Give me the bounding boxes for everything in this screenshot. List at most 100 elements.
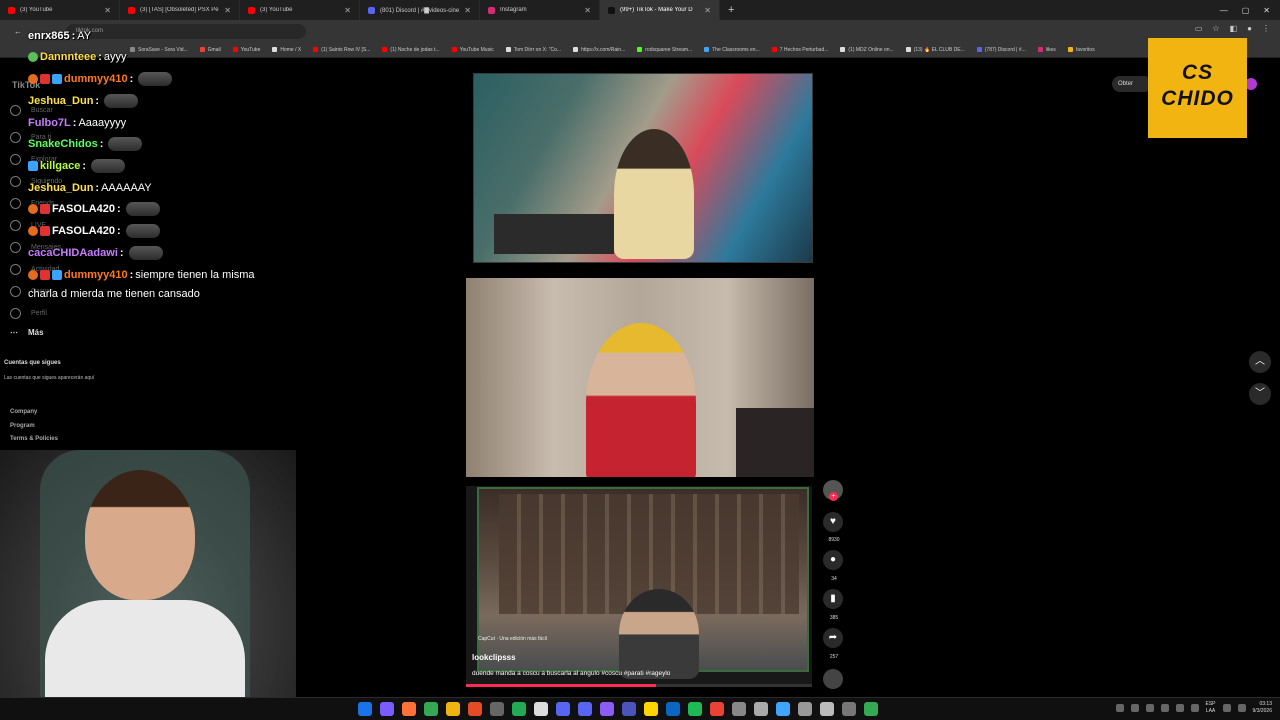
taskbar-app-icon[interactable] <box>666 702 680 716</box>
save-button[interactable]: ▮ <box>823 589 843 609</box>
tray-icon[interactable] <box>1160 704 1169 712</box>
footer-link-terms[interactable]: Terms & Policies <box>10 433 58 447</box>
tray-icon[interactable] <box>1190 704 1199 712</box>
volume-icon[interactable] <box>1237 704 1246 712</box>
sidebar-item[interactable]: Perfil <box>10 308 47 319</box>
bookmark-item[interactable]: (787) Discord | #... <box>976 47 1026 53</box>
tab-close-icon[interactable]: ✕ <box>344 6 351 15</box>
bookmark-item[interactable]: Tom Dörr on X: "Co... <box>505 47 561 53</box>
tray-icon[interactable] <box>1115 704 1124 712</box>
extensions-icon[interactable]: ◧ <box>1230 24 1238 33</box>
address-bar[interactable]: tiktok.com <box>66 23 306 39</box>
bookmark-item[interactable]: Home / X <box>272 47 301 53</box>
taskbar-app-icon[interactable] <box>688 702 702 716</box>
taskbar-app-icon[interactable] <box>842 702 856 716</box>
bookmark-item[interactable]: likes <box>1037 46 1056 53</box>
browser-tab[interactable]: (99+) TikTok - Make Your D ✕ <box>600 0 720 20</box>
tray-icon[interactable] <box>1145 704 1154 712</box>
footer-link-company[interactable]: Company <box>10 406 58 420</box>
tab-close-icon[interactable]: ✕ <box>104 6 111 15</box>
video-frame-streamer-1[interactable] <box>473 73 813 263</box>
bookmark-item[interactable]: (1) Saints Row IV [S... <box>313 47 370 53</box>
taskbar-app-icon[interactable] <box>754 702 768 716</box>
tray-icon[interactable] <box>1130 704 1139 712</box>
browser-tab[interactable]: (3) YouTube ✕ <box>0 0 120 20</box>
bookmark-item[interactable]: SoraSave - Sora Vid... <box>130 47 188 53</box>
follow-plus-icon[interactable]: + <box>829 492 838 501</box>
bookmark-item[interactable]: rodsquaree Stream... <box>637 47 692 53</box>
video-progress-bar[interactable] <box>466 684 812 687</box>
wifi-icon[interactable] <box>1222 704 1231 712</box>
taskbar-app-icon[interactable] <box>600 702 614 716</box>
taskbar-app-icon[interactable] <box>776 702 790 716</box>
tab-close-icon[interactable]: ✕ <box>224 6 231 15</box>
menu-icon[interactable]: ⋮ <box>1262 24 1270 33</box>
taskbar-app-icon[interactable] <box>820 702 834 716</box>
taskbar-app-icon[interactable] <box>622 702 636 716</box>
bookmark-item[interactable]: favoritos <box>1067 47 1095 53</box>
previous-video-button[interactable]: ︿ <box>1249 351 1271 373</box>
taskbar-app-icon[interactable] <box>710 702 724 716</box>
taskbar-app-icon[interactable] <box>424 702 438 716</box>
browser-tab[interactable]: (3) [TAS] [Obsoleted] PSX Pepsi ✕ <box>120 0 240 20</box>
capcut-label[interactable]: CapCut · Una edición más fácil <box>478 636 547 642</box>
install-icon[interactable]: ▭ <box>1195 24 1203 33</box>
taskbar-app-icon[interactable] <box>732 702 746 716</box>
bookmark-item[interactable]: (13) 🔥 EL CLUB DE... <box>905 47 965 53</box>
taskbar-app-icon[interactable] <box>556 702 570 716</box>
footer-link-program[interactable]: Program <box>10 420 58 434</box>
video-frame-streamer-2[interactable] <box>466 278 814 477</box>
bookmark-item[interactable]: YouTube Music <box>451 47 494 53</box>
chat-text: Aaaayyyy <box>78 117 127 129</box>
sound-disc-icon[interactable] <box>823 669 843 689</box>
post-author[interactable]: lookclipsss <box>472 653 516 662</box>
language-indicator[interactable]: ESP LAA <box>1206 701 1216 715</box>
taskbar-app-icon[interactable] <box>402 702 416 716</box>
chat-text: siempre tienen la misma <box>135 269 255 281</box>
bookmark-item[interactable]: The Classrooms en... <box>704 47 760 53</box>
comment-button[interactable]: ● <box>823 550 843 570</box>
new-tab-button[interactable]: + <box>720 4 742 16</box>
close-window-icon[interactable]: ✕ <box>1263 6 1270 15</box>
taskbar-app-icon[interactable] <box>446 702 460 716</box>
taskbar-clock[interactable]: 03:13 9/3/2026 <box>1253 701 1272 715</box>
taskbar-app-icon[interactable] <box>534 702 548 716</box>
browser-tab[interactable]: Instagram ✕ <box>480 0 600 20</box>
chat-username: Dannnteee <box>40 51 97 63</box>
bookmark-item[interactable]: YouTube <box>232 47 260 53</box>
maximize-icon[interactable]: ▢ <box>1242 6 1250 15</box>
bookmark-item[interactable]: 7 Hechos Perturbad... <box>771 47 828 53</box>
star-icon[interactable]: ☆ <box>1212 24 1219 33</box>
browser-tab[interactable]: (3) YouTube ✕ <box>240 0 360 20</box>
share-button[interactable]: ➦ <box>823 628 843 648</box>
bookmark-item[interactable]: (1) Noche de jodas t... <box>382 47 440 53</box>
taskbar-app-icon[interactable] <box>578 702 592 716</box>
minimize-icon[interactable]: — <box>1220 6 1228 15</box>
bookmark-item[interactable]: https://x.com/Rain... <box>573 47 625 53</box>
get-app-button[interactable]: Obter <box>1112 76 1152 92</box>
tab-close-icon[interactable]: ✕ <box>464 6 471 15</box>
taskbar-app-icon[interactable] <box>490 702 504 716</box>
tab-close-icon[interactable]: ✕ <box>584 6 591 15</box>
tab-title: Instagram <box>500 7 527 13</box>
more-icon: ⋯ <box>10 328 18 337</box>
bookmark-item[interactable]: Gmail <box>199 47 221 53</box>
taskbar-app-icon[interactable] <box>512 702 526 716</box>
bookmark-label: likes <box>1045 46 1056 53</box>
like-button[interactable]: ♥ <box>823 512 843 532</box>
sidebar-item-more[interactable]: ⋯ Más <box>10 328 44 337</box>
taskbar-app-icon[interactable] <box>380 702 394 716</box>
browser-tab[interactable]: (801) Discord | #▇videos-cine ✕ <box>360 0 480 20</box>
taskbar-app-icon[interactable] <box>864 702 878 716</box>
profile-icon[interactable]: ● <box>1247 24 1252 33</box>
bookmark-item[interactable]: (1) MDZ Online on... <box>840 47 894 53</box>
taskbar-app-icon[interactable] <box>798 702 812 716</box>
taskbar-app-icon[interactable] <box>358 702 372 716</box>
next-video-button[interactable]: ﹀ <box>1249 383 1271 405</box>
taskbar-app-icon[interactable] <box>468 702 482 716</box>
taskbar-app-icon[interactable] <box>644 702 658 716</box>
tray-icon[interactable] <box>1175 704 1184 712</box>
tab-close-icon[interactable]: ✕ <box>704 6 711 15</box>
desk-shape <box>494 214 614 254</box>
video-player-current[interactable] <box>466 486 812 686</box>
